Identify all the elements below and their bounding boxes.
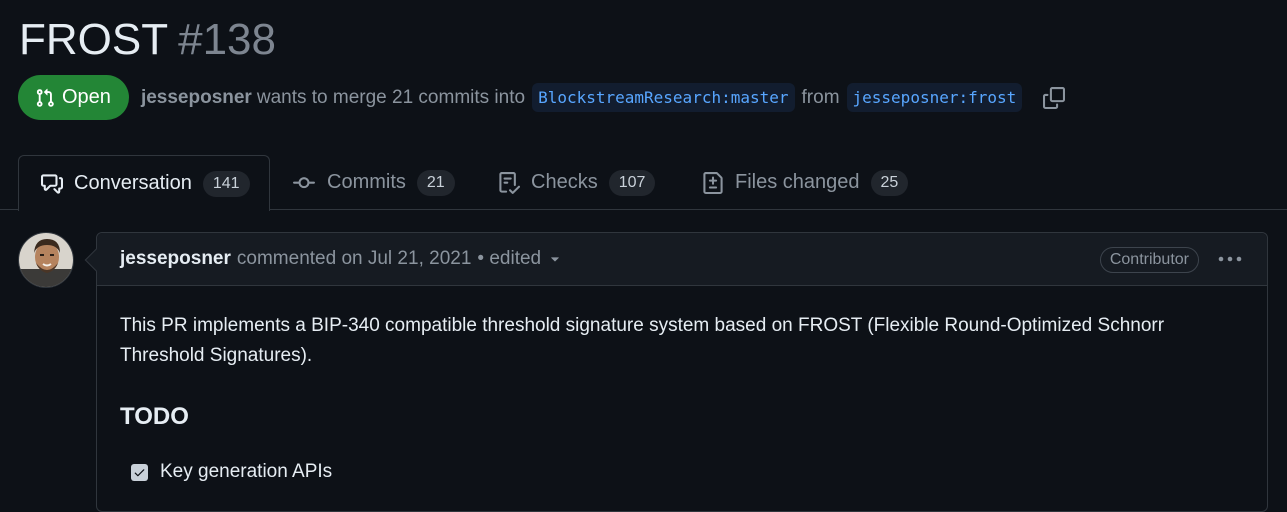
kebab-horizontal-icon xyxy=(1218,256,1242,262)
from-text: from xyxy=(801,86,840,108)
checklist-icon xyxy=(499,171,520,194)
state-badge-open: Open xyxy=(18,75,129,120)
comment-options-button[interactable] xyxy=(1217,251,1243,273)
copy-icon xyxy=(1043,86,1066,109)
pr-state-row: Open jesseposner wants to merge 21 commi… xyxy=(18,75,1066,120)
git-pull-request-icon xyxy=(36,88,54,107)
state-label: Open xyxy=(62,86,111,108)
avatar[interactable] xyxy=(18,232,74,288)
file-diff-icon xyxy=(703,171,723,194)
todo-heading: TODO xyxy=(120,403,189,430)
tab-files-changed-label: Files changed xyxy=(735,171,860,193)
pr-meta: jesseposner wants to merge 21 commits in… xyxy=(141,83,1066,112)
pr-title: FROST #138 xyxy=(19,14,276,66)
copy-branch-button[interactable] xyxy=(1043,86,1066,109)
tab-checks[interactable]: Checks 107 xyxy=(498,155,656,210)
triangle-down-icon xyxy=(551,257,559,262)
tab-checks-count: 107 xyxy=(608,169,656,196)
comment-header: jesseposner commented on Jul 21, 2021 • … xyxy=(97,233,1267,286)
comment-box: jesseposner commented on Jul 21, 2021 • … xyxy=(96,232,1268,512)
comment-body: This PR implements a BIP-340 compatible … xyxy=(97,286,1267,483)
merge-text: wants to merge 21 commits into xyxy=(256,86,526,108)
tab-files-changed-count: 25 xyxy=(870,169,909,196)
edited-label: • edited xyxy=(477,248,542,269)
comment-author-link[interactable]: jesseposner xyxy=(120,248,231,270)
comment-discussion-icon xyxy=(41,173,63,194)
head-branch[interactable]: jesseposner:frost xyxy=(846,83,1023,112)
pr-number: #138 xyxy=(178,15,276,64)
comment-text: This PR implements a BIP-340 compatible … xyxy=(120,315,1165,366)
comment-action: commented on Jul 21, 2021 xyxy=(236,248,472,269)
tab-commits-label: Commits xyxy=(327,171,406,193)
task-label: Key generation APIs xyxy=(160,461,333,482)
tab-conversation-count: 141 xyxy=(202,170,250,197)
check-icon xyxy=(134,468,145,476)
pr-tabs: Conversation 141 Commits 21 Checks 107 F… xyxy=(0,155,1287,211)
task-checkbox[interactable] xyxy=(131,463,148,481)
task-list-item: Key generation APIs xyxy=(131,461,1244,483)
avatar-image xyxy=(19,233,73,287)
edited-dropdown[interactable]: • edited xyxy=(477,248,561,270)
tab-conversation[interactable]: Conversation 141 xyxy=(18,155,270,211)
tab-commits[interactable]: Commits 21 xyxy=(292,155,455,210)
pr-author-link[interactable]: jesseposner xyxy=(141,87,252,109)
tab-commits-count: 21 xyxy=(416,169,455,196)
pr-title-text: FROST xyxy=(19,15,169,64)
contributor-badge: Contributor xyxy=(1099,247,1199,273)
base-branch[interactable]: BlockstreamResearch:master xyxy=(532,83,795,112)
tab-files-changed[interactable]: Files changed 25 xyxy=(702,155,909,210)
git-commit-icon xyxy=(293,176,315,188)
tab-conversation-label: Conversation xyxy=(74,172,192,194)
tab-checks-label: Checks xyxy=(531,171,598,193)
